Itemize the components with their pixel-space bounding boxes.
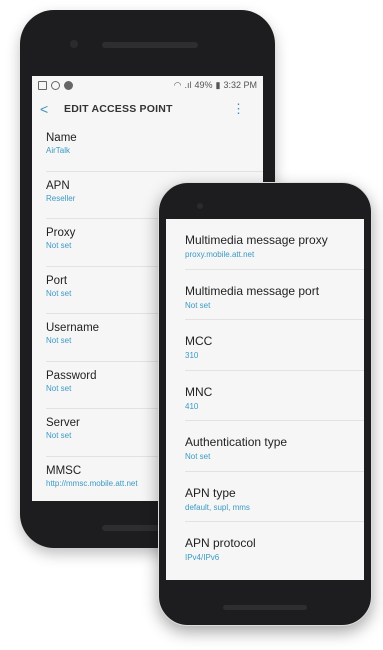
- front-camera: [70, 40, 78, 48]
- list-item[interactable]: Name AirTalk: [46, 124, 263, 172]
- battery-percent: 49%: [194, 80, 213, 90]
- item-label: Multimedia message proxy: [185, 233, 328, 247]
- notification-icon: [64, 80, 73, 90]
- item-value: IPv4/IPv6: [185, 553, 220, 562]
- wifi-icon: ◠: [173, 79, 182, 90]
- item-value: 310: [185, 351, 199, 360]
- clock-icon: [51, 80, 60, 90]
- app-bar: < EDIT ACCESS POINT ⋮: [32, 94, 263, 124]
- page-title: EDIT ACCESS POINT: [64, 103, 173, 115]
- item-label: APN type: [185, 485, 236, 500]
- item-value: AirTalk: [46, 146, 71, 155]
- list-item[interactable]: Authentication type Not set: [185, 421, 364, 472]
- list-item[interactable]: APN type default, supl, mms: [185, 472, 364, 522]
- status-bar: ◠ .ıl 49% ▮ 3:32 PM: [32, 76, 263, 94]
- item-label: Multimedia message port: [185, 283, 320, 298]
- signal-icon: .ıl: [184, 80, 192, 90]
- item-value: 410: [185, 401, 199, 411]
- item-label: MCC: [185, 334, 213, 348]
- item-label: Name: [46, 132, 77, 144]
- list-item[interactable]: Multimedia message proxy proxy.mobile.att…: [185, 219, 364, 270]
- list-item[interactable]: MNC 410: [185, 371, 364, 421]
- item-label: APN protocol: [185, 536, 256, 550]
- list-item[interactable]: Multimedia message port Not set: [185, 270, 364, 320]
- apn-settings-list: Multimedia message proxy proxy.mobile.att…: [166, 219, 364, 573]
- phone-front: Multimedia message proxy proxy.mobile.att…: [158, 182, 372, 626]
- item-label: MNC: [185, 384, 213, 399]
- chevron-left-icon[interactable]: <: [40, 101, 58, 117]
- phone-front-screen: Multimedia message proxy proxy.mobile.att…: [166, 219, 364, 580]
- item-value: default, supl, mms: [185, 502, 250, 512]
- bottom-speaker: [223, 605, 307, 610]
- list-item[interactable]: MCC 310: [185, 320, 364, 371]
- status-icons-left: [38, 80, 73, 90]
- battery-icon: ▮: [215, 79, 221, 90]
- status-time: 3:32 PM: [223, 80, 257, 90]
- more-vert-icon[interactable]: ⋮: [232, 102, 245, 115]
- item-value: Not set: [185, 300, 211, 310]
- gallery-icon: [38, 80, 47, 90]
- item-label: Authentication type: [185, 435, 288, 449]
- earpiece-speaker: [102, 42, 198, 48]
- status-icons-right: ◠ .ıl 49% ▮ 3:32 PM: [174, 80, 257, 91]
- item-value: Not set: [185, 452, 211, 461]
- list-item[interactable]: APN protocol IPv4/IPv6: [185, 522, 364, 573]
- item-value: proxy.mobile.att.net: [185, 250, 255, 259]
- front-camera: [197, 203, 203, 209]
